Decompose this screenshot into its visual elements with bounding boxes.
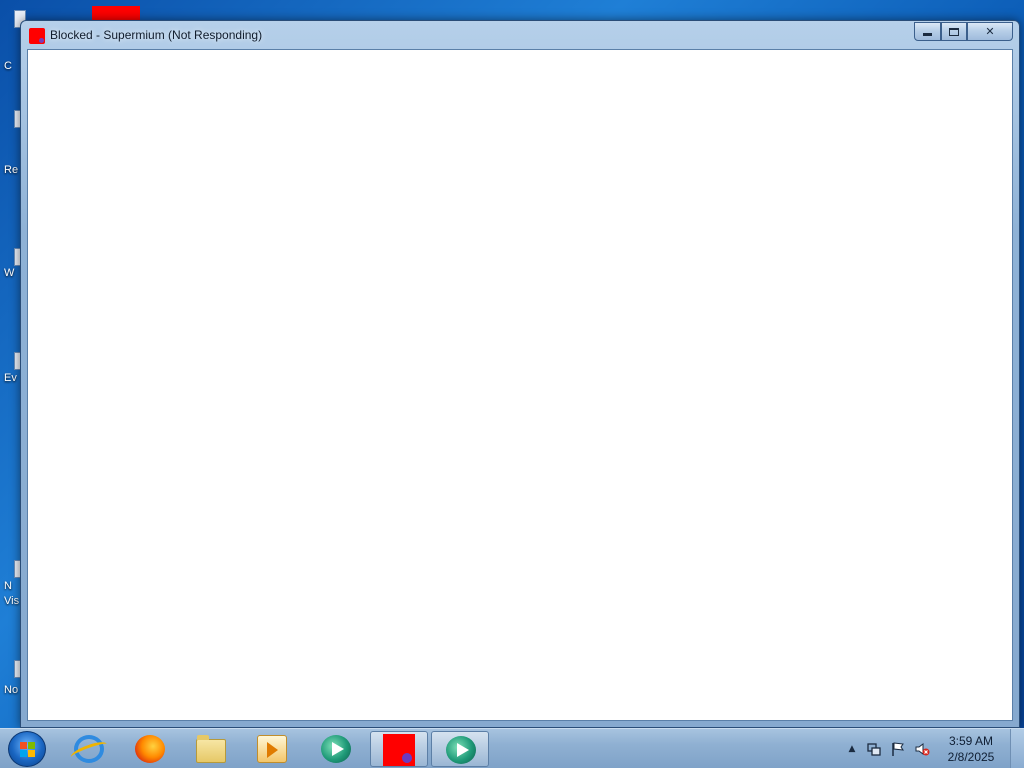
clock[interactable]: 3:59 AM 2/8/2025 — [938, 733, 1004, 765]
clock-time: 3:59 AM — [948, 734, 994, 748]
minimize-icon — [923, 33, 932, 36]
show-desktop-button[interactable] — [1010, 729, 1024, 768]
clock-date: 2/8/2025 — [947, 750, 995, 764]
taskbar: ▲ 3:59 AM 2/8/2025 — [0, 728, 1024, 768]
window-title: Blocked - Supermium (Not Responding) — [50, 28, 263, 42]
maximize-icon — [949, 27, 959, 36]
desktop-icon-label: Re — [4, 164, 19, 176]
taskbar-explorer-button[interactable] — [182, 731, 240, 767]
media-player-icon — [257, 735, 287, 763]
minimize-button[interactable] — [914, 22, 941, 41]
taskbar-media-player-button[interactable] — [243, 731, 301, 767]
taskbar-app-button[interactable] — [307, 731, 365, 767]
show-hidden-icons-button[interactable]: ▲ — [844, 741, 860, 757]
desktop-icon-label: N — [4, 580, 12, 592]
red-square-icon — [383, 734, 415, 766]
window-content-area[interactable] — [27, 49, 1013, 721]
desktop-icon-label: Vis — [4, 595, 20, 607]
desktop-icon-label: W — [4, 267, 15, 279]
system-tray: ▲ 3:59 AM 2/8/2025 — [842, 729, 1012, 768]
desktop-icon-label: No — [4, 684, 19, 696]
network-icon[interactable] — [866, 741, 882, 757]
window-titlebar[interactable]: Blocked - Supermium (Not Responding) ✕ — [21, 21, 1019, 49]
ie-icon — [74, 735, 104, 763]
app-circle-icon — [446, 736, 476, 764]
windows-logo-icon — [20, 742, 36, 758]
supermium-window[interactable]: Blocked - Supermium (Not Responding) ✕ — [20, 20, 1020, 728]
desktop-icon-label: C — [4, 60, 12, 72]
taskbar-firefox-button[interactable] — [121, 731, 179, 767]
app-icon[interactable] — [29, 28, 45, 44]
action-center-flag-icon[interactable] — [890, 741, 906, 757]
taskbar-app-active-button[interactable] — [431, 731, 489, 767]
maximize-button[interactable] — [941, 22, 967, 41]
taskbar-supermium-button[interactable] — [370, 731, 428, 767]
folder-icon — [196, 735, 226, 763]
firefox-icon — [135, 735, 165, 763]
start-button[interactable] — [8, 731, 46, 767]
app-circle-icon — [321, 735, 351, 763]
close-icon: ✕ — [985, 25, 995, 38]
taskbar-ie-button[interactable] — [60, 731, 118, 767]
desktop-icon-label: Ev — [4, 372, 17, 384]
close-button[interactable]: ✕ — [967, 22, 1013, 41]
volume-muted-icon[interactable] — [914, 741, 930, 757]
